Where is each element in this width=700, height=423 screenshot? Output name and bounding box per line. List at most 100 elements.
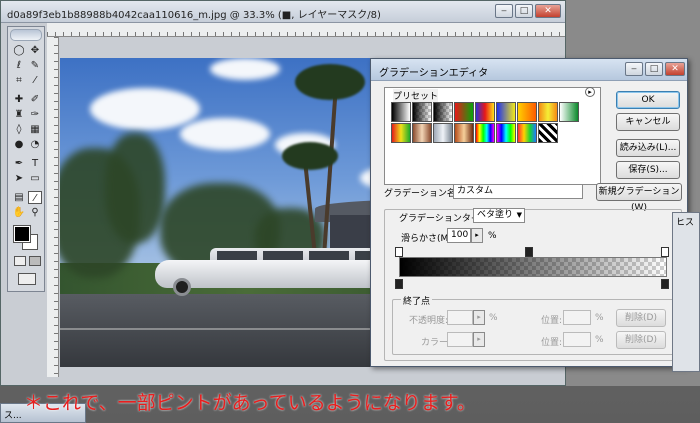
move-tool-icon[interactable]: ✥: [28, 44, 42, 57]
cloud: [210, 58, 280, 80]
preset-swatch[interactable]: [559, 102, 579, 122]
dialog-close-button[interactable]: ✕: [665, 62, 685, 76]
preset-swatch[interactable]: [412, 123, 432, 143]
quick-mask-icon[interactable]: [29, 256, 41, 266]
foreground-color-swatch[interactable]: [13, 225, 31, 243]
smoothness-unit: %: [488, 231, 497, 241]
eraser-tool-icon[interactable]: ◊: [12, 123, 26, 136]
opacity-stop-left[interactable]: [395, 247, 403, 257]
preset-swatch[interactable]: [412, 102, 432, 122]
document-title-bar[interactable]: d0a89f3eb1b88988b4042caa110616_m.jpg @ 3…: [1, 1, 565, 23]
preset-swatch[interactable]: [454, 102, 474, 122]
type-tool-icon[interactable]: T: [28, 157, 42, 170]
dodge-tool-icon[interactable]: ◔: [28, 138, 42, 151]
color-swatch[interactable]: [447, 332, 473, 347]
color-location-input[interactable]: [563, 332, 591, 347]
dialog-title: グラデーションエディタ: [379, 68, 489, 79]
cloud: [180, 118, 270, 150]
blur-tool-icon[interactable]: ●: [12, 138, 26, 151]
gradient-tool-icon[interactable]: ▦: [28, 123, 42, 136]
opacity-location-label: 位置:: [541, 316, 563, 326]
dialog-maximize-button[interactable]: □: [645, 62, 663, 76]
crop-tool-icon[interactable]: ⌗: [12, 74, 26, 87]
minimized-window-label: ス...: [4, 411, 22, 421]
presets-menu-icon[interactable]: ▸: [585, 87, 595, 97]
pen-tool-icon[interactable]: ✒: [12, 157, 26, 170]
preset-swatch[interactable]: [517, 102, 537, 122]
preset-swatch[interactable]: [433, 123, 453, 143]
save-button[interactable]: 保存(S)...: [616, 161, 680, 179]
dialog-window-controls: ‒ □ ✕: [625, 62, 685, 76]
document-window-controls: ‒ □ ✕: [495, 4, 561, 18]
color-location-label: 位置:: [541, 338, 563, 348]
shape-tool-icon[interactable]: ▭: [28, 172, 42, 185]
feather-icon[interactable]: [10, 29, 42, 41]
caption-text: ＊これで、一部ピントがあっているようになります。: [24, 392, 476, 414]
vertical-ruler: [47, 37, 59, 377]
dialog-title-bar[interactable]: グラデーションエディタ ‒ □ ✕: [371, 59, 687, 81]
lasso-tool-icon[interactable]: ℓ: [12, 59, 26, 72]
color-stop-right[interactable]: [661, 279, 669, 289]
smoothness-input[interactable]: 100: [447, 228, 471, 243]
gradient-bar[interactable]: [399, 257, 667, 277]
opacity-stop-mid[interactable]: [525, 247, 533, 257]
eyedropper-active-icon[interactable]: ⁄: [28, 191, 42, 204]
presets-label: プリセット: [393, 89, 439, 102]
screenshot: d0a89f3eb1b88988b4042caa110616_m.jpg @ 3…: [0, 0, 700, 423]
tools-panel: ◯ ✥ ℓ ✎ ⌗ ⁄ ✚ ✐ ♜ ✑ ◊ ▦ ● ◔ ✒ T ➤ ▭ ▤ ⁄ …: [7, 26, 45, 292]
path-select-icon[interactable]: ➤: [12, 172, 26, 185]
blurred-tree: [105, 133, 165, 243]
quick-select-icon[interactable]: ✎: [28, 59, 42, 72]
opacity-stepper-icon[interactable]: ▸: [473, 310, 485, 325]
stops-group-label: 終了点: [401, 294, 433, 307]
preset-swatch[interactable]: [391, 102, 411, 122]
smoothness-stepper-icon[interactable]: ▸: [471, 228, 483, 243]
healing-brush-icon[interactable]: ✚: [12, 93, 26, 106]
gradient-type-value: ベタ塗り: [477, 210, 514, 220]
ok-button[interactable]: OK: [616, 91, 680, 109]
screen-mode-icon[interactable]: [18, 273, 36, 285]
preset-swatch[interactable]: [538, 102, 558, 122]
color-menu-icon[interactable]: ▸: [473, 332, 485, 347]
opacity-label: 不透明度:: [409, 316, 449, 326]
palm-leaves: [282, 142, 338, 170]
maximize-button[interactable]: □: [515, 4, 533, 18]
color-stop-left[interactable]: [395, 279, 403, 289]
opacity-input[interactable]: [447, 310, 473, 325]
preset-swatch[interactable]: [475, 123, 495, 143]
preset-swatch[interactable]: [517, 123, 537, 143]
palm-leaves: [295, 64, 365, 100]
preset-grid: [391, 102, 579, 143]
preset-swatch[interactable]: [496, 123, 516, 143]
notes-tool-icon[interactable]: ▤: [12, 191, 26, 204]
history-brush-icon[interactable]: ✑: [28, 108, 42, 121]
minimize-button[interactable]: ‒: [495, 4, 513, 18]
preset-swatch[interactable]: [433, 102, 453, 122]
chevron-down-icon: ▼: [516, 211, 522, 219]
dialog-minimize-button[interactable]: ‒: [625, 62, 643, 76]
preset-swatch[interactable]: [391, 123, 411, 143]
load-button[interactable]: 読み込み(L)...: [616, 139, 680, 157]
gradient-name-input[interactable]: カスタム: [453, 184, 583, 199]
preset-swatch[interactable]: [454, 123, 474, 143]
gradient-type-select[interactable]: ベタ塗り ▼: [473, 208, 525, 223]
preset-swatch[interactable]: [475, 102, 495, 122]
hand-tool-icon[interactable]: ✋: [12, 206, 26, 219]
cancel-button[interactable]: キャンセル: [616, 113, 680, 131]
opacity-stop-right[interactable]: [661, 247, 669, 257]
opacity-location-unit: %: [595, 313, 604, 323]
preset-swatch[interactable]: [538, 123, 558, 143]
zoom-tool-icon[interactable]: ⚲: [28, 206, 42, 219]
close-button[interactable]: ✕: [535, 4, 561, 18]
cloud: [90, 88, 200, 130]
delete-opacity-button[interactable]: 削除(D): [616, 309, 666, 327]
eyedropper-icon[interactable]: ⁄: [28, 74, 42, 87]
stamp-tool-icon[interactable]: ♜: [12, 108, 26, 121]
preset-swatch[interactable]: [496, 102, 516, 122]
opacity-location-input[interactable]: [563, 310, 591, 325]
new-gradient-button[interactable]: 新規グラデーション(W): [596, 183, 682, 213]
delete-color-button[interactable]: 削除(D): [616, 331, 666, 349]
standard-mode-icon[interactable]: [14, 256, 26, 266]
brush-tool-icon[interactable]: ✐: [28, 93, 42, 106]
marquee-tool-icon[interactable]: ◯: [12, 44, 26, 57]
